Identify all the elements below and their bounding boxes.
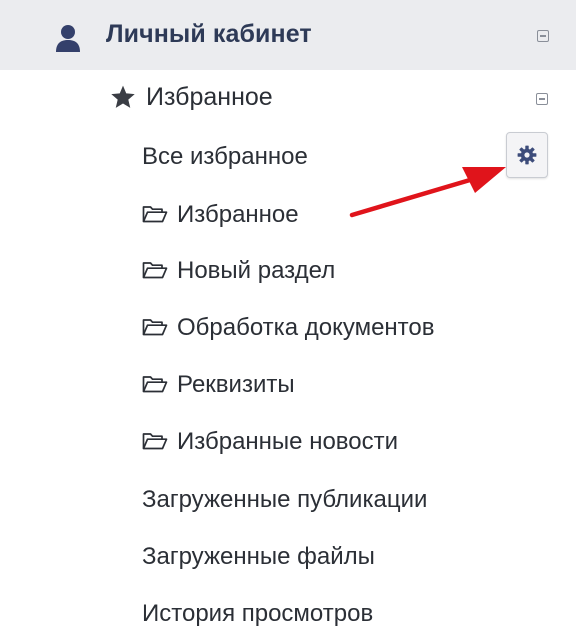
folder-item[interactable]: Реквизиты — [142, 371, 295, 399]
folder-open-icon — [142, 262, 168, 279]
user-icon — [56, 25, 80, 52]
folder-item[interactable]: Новый раздел — [142, 257, 335, 285]
collapse-icon[interactable] — [536, 93, 548, 105]
folder-item[interactable]: Избранное — [142, 201, 299, 229]
folder-item-label: Избранное — [177, 201, 299, 228]
folder-item-label: Избранные новости — [177, 428, 399, 455]
account-title: Личный кабинет — [106, 20, 312, 48]
menu-item-label: Все избранное — [142, 143, 308, 170]
menu-item-label: Загруженные файлы — [142, 543, 375, 570]
menu-item-label: История просмотров — [142, 600, 374, 627]
folder-open-icon — [142, 206, 168, 223]
folder-open-icon — [142, 319, 168, 336]
menu-item-uploaded-publications[interactable]: Загруженные публикации — [142, 486, 427, 514]
menu-item-label: Загруженные публикации — [142, 486, 428, 513]
account-header[interactable]: Личный кабинет — [0, 0, 576, 70]
settings-button[interactable] — [506, 132, 548, 178]
collapse-icon[interactable] — [537, 30, 549, 42]
folder-open-icon — [142, 376, 168, 393]
menu-item-view-history[interactable]: История просмотров — [142, 600, 373, 628]
favorites-section[interactable]: Избранное — [0, 76, 576, 122]
folder-open-icon — [142, 433, 168, 450]
folder-item-label: Новый раздел — [177, 257, 336, 284]
menu-item-uploaded-files[interactable]: Загруженные файлы — [142, 543, 375, 571]
folder-item-label: Обработка документов — [177, 314, 435, 341]
gear-icon — [517, 145, 537, 165]
star-icon — [111, 85, 135, 108]
folder-item[interactable]: Обработка документов — [142, 314, 434, 342]
folder-item-label: Реквизиты — [177, 371, 295, 398]
folder-item[interactable]: Избранные новости — [142, 428, 398, 456]
favorites-label: Избранное — [146, 83, 273, 111]
menu-item-all-favorites[interactable]: Все избранное — [142, 143, 308, 171]
